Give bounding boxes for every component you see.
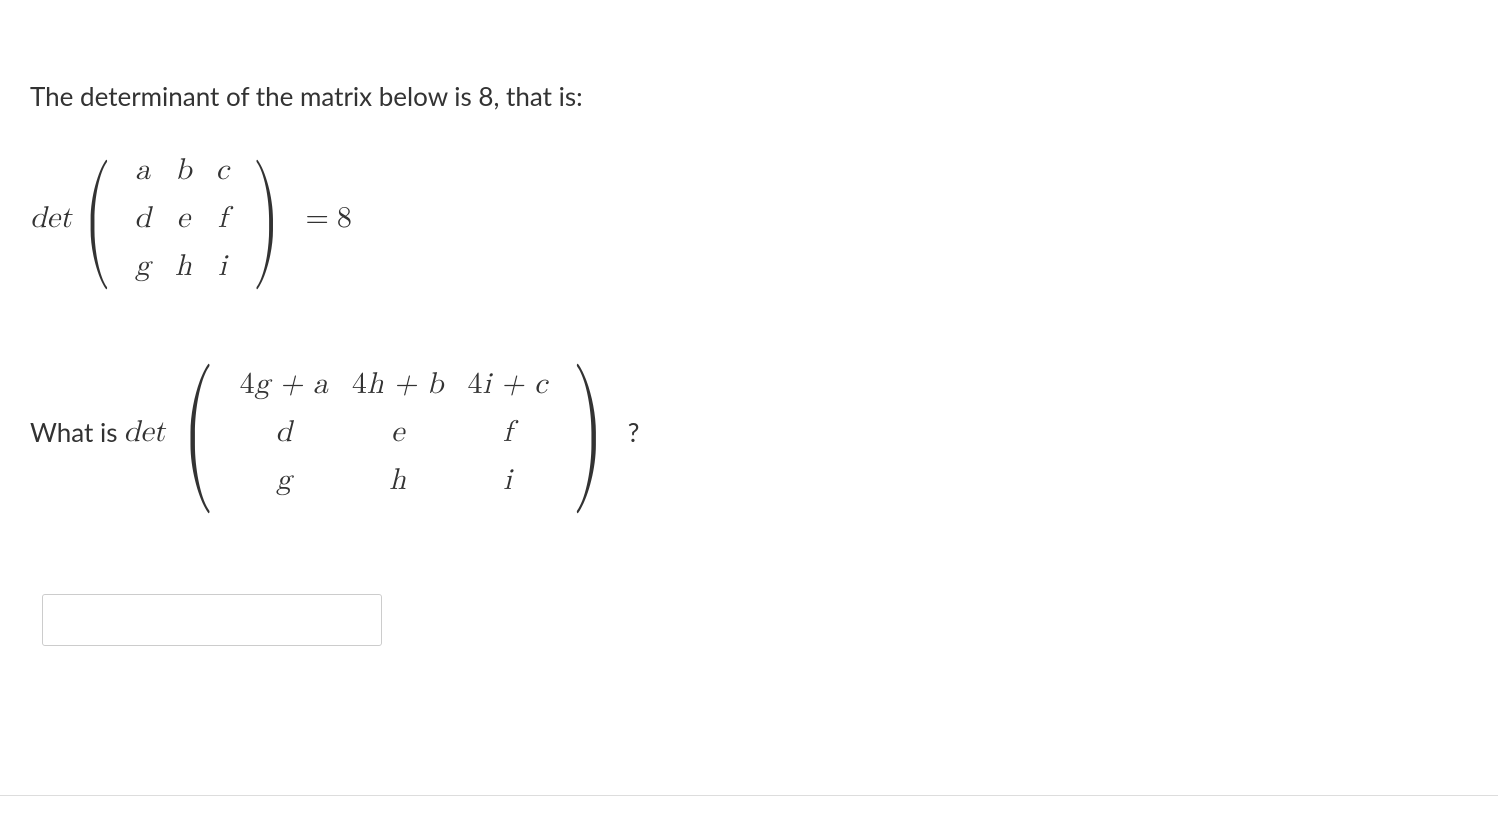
matrix-cell: h bbox=[340, 456, 456, 504]
equals-sign: = bbox=[306, 200, 329, 236]
matrix-cell: 4i + c bbox=[455, 360, 559, 408]
left-paren-icon: ( bbox=[83, 163, 111, 274]
question-line: What is det ( 4g + a 4h + b 4i + c d e f… bbox=[30, 360, 1468, 504]
matrix-cell: h bbox=[163, 242, 204, 290]
matrix-cell: a bbox=[122, 146, 163, 194]
table-row: g h i bbox=[228, 456, 560, 504]
table-row: d e f bbox=[228, 408, 560, 456]
question-matrix: 4g + a 4h + b 4i + c d e f g h i bbox=[228, 360, 560, 504]
matrix-cell: g bbox=[228, 456, 340, 504]
det-value: 8 bbox=[337, 200, 352, 236]
det-label: det bbox=[30, 200, 72, 236]
matrix-cell: f bbox=[204, 194, 241, 242]
question-suffix: ? bbox=[628, 416, 640, 448]
matrix-cell: e bbox=[340, 408, 456, 456]
matrix-cell: i bbox=[455, 456, 559, 504]
question-prefix: What is bbox=[30, 416, 118, 448]
matrix-cell: i bbox=[204, 242, 241, 290]
det-label: det bbox=[124, 414, 166, 450]
given-matrix: a b c d e f g h i bbox=[122, 146, 241, 290]
table-row: 4g + a 4h + b 4i + c bbox=[228, 360, 560, 408]
matrix-cell: f bbox=[455, 408, 559, 456]
matrix-cell: c bbox=[204, 146, 241, 194]
answer-input[interactable] bbox=[42, 594, 382, 646]
matrix-cell: 4h + b bbox=[340, 360, 456, 408]
question-page: The determinant of the matrix below is 8… bbox=[0, 0, 1498, 826]
left-paren-icon: ( bbox=[182, 368, 214, 496]
matrix-cell: g bbox=[122, 242, 163, 290]
matrix-cell: b bbox=[163, 146, 204, 194]
prompt-text: The determinant of the matrix below is 8… bbox=[30, 80, 1468, 112]
given-determinant-equation: det ( a b c d e f g h i bbox=[30, 146, 1468, 290]
table-row: d e f bbox=[122, 194, 241, 242]
matrix-cell: d bbox=[122, 194, 163, 242]
table-row: a b c bbox=[122, 146, 241, 194]
matrix-cell: e bbox=[163, 194, 204, 242]
divider bbox=[0, 795, 1498, 796]
matrix-cell: d bbox=[228, 408, 340, 456]
right-paren-icon: ) bbox=[252, 163, 280, 274]
matrix-cell: 4g + a bbox=[228, 360, 340, 408]
right-paren-icon: ) bbox=[573, 368, 605, 496]
table-row: g h i bbox=[122, 242, 241, 290]
